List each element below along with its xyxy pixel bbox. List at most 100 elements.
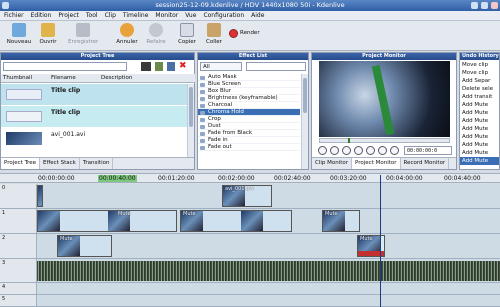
menu-vue[interactable]: Vue bbox=[185, 11, 196, 20]
list-item[interactable]: Brightness (keyframable) bbox=[198, 95, 300, 102]
folder-icon bbox=[41, 23, 55, 37]
skip-forward-icon[interactable] bbox=[378, 146, 387, 155]
tab-transition[interactable]: Transition bbox=[80, 158, 114, 169]
tab-record-monitor[interactable]: Record Monitor bbox=[401, 158, 450, 169]
frame-back-icon[interactable] bbox=[342, 146, 351, 155]
play-icon[interactable] bbox=[354, 146, 363, 155]
tab-effect-stack[interactable]: Effect Stack bbox=[40, 158, 80, 169]
list-item[interactable]: Title clip bbox=[1, 84, 187, 105]
copy-button[interactable]: Copier bbox=[172, 23, 202, 45]
fast-forward-icon[interactable] bbox=[390, 146, 399, 155]
tab-clip-monitor[interactable]: Clip Monitor bbox=[312, 158, 353, 169]
project-tree-scrollbar[interactable] bbox=[187, 84, 194, 159]
left-tab-bar: Project Tree Effect Stack Transition bbox=[1, 157, 194, 169]
timeline-clip[interactable]: Mute bbox=[57, 235, 112, 257]
delete-icon[interactable]: ✖ bbox=[179, 61, 187, 71]
menu-tool[interactable]: Tool bbox=[86, 11, 98, 20]
rewind-icon[interactable] bbox=[318, 146, 327, 155]
monitor-playhead[interactable] bbox=[348, 138, 350, 143]
track-4[interactable]: 4 bbox=[0, 283, 500, 295]
list-item[interactable]: Add transit bbox=[460, 93, 499, 101]
timeline-clip[interactable]: Mute bbox=[37, 210, 177, 232]
video-preview[interactable] bbox=[319, 61, 450, 137]
menu-monitor[interactable]: Monitor bbox=[155, 11, 178, 20]
effect-search-input[interactable] bbox=[246, 62, 306, 71]
project-search-input[interactable] bbox=[3, 62, 127, 71]
save-button[interactable]: Enregistrer bbox=[68, 23, 98, 45]
list-item-selected[interactable]: Chroma Hold bbox=[198, 109, 300, 116]
list-item[interactable]: Fade out bbox=[198, 144, 300, 151]
col-description[interactable]: Description bbox=[101, 74, 132, 83]
frame-forward-icon[interactable] bbox=[366, 146, 375, 155]
list-item[interactable]: Dust bbox=[198, 123, 300, 130]
list-item[interactable]: Add Mute bbox=[460, 149, 499, 157]
menu-timeline[interactable]: Timeline bbox=[123, 11, 149, 20]
list-item[interactable]: Box Blur bbox=[198, 88, 300, 95]
monitor-ruler[interactable] bbox=[319, 138, 450, 143]
col-filename[interactable]: Filename bbox=[51, 74, 76, 83]
list-item[interactable]: Add Mute bbox=[460, 141, 499, 149]
paste-button[interactable]: Coller bbox=[199, 23, 229, 45]
col-thumbnail[interactable]: Thumbnail bbox=[3, 74, 32, 83]
track-2[interactable]: 2 Mute Mute bbox=[0, 234, 500, 259]
list-item[interactable]: Add Mute bbox=[460, 117, 499, 125]
list-item[interactable]: Title clip bbox=[1, 106, 187, 127]
project-tree-panel: Project Tree ✖ Thumbnail Filename Descri… bbox=[0, 52, 195, 170]
timeline-clip[interactable]: Mute bbox=[180, 210, 292, 232]
timeline-clip[interactable] bbox=[37, 185, 43, 207]
list-item[interactable]: Add Mute bbox=[460, 101, 499, 109]
menu-configuration[interactable]: Configuration bbox=[203, 11, 244, 20]
track-header: 5 bbox=[0, 295, 37, 306]
skip-back-icon[interactable] bbox=[330, 146, 339, 155]
menu-edition[interactable]: Edition bbox=[31, 11, 52, 20]
list-item[interactable]: Blue Screen bbox=[198, 81, 300, 88]
list-item[interactable]: Move clip bbox=[460, 61, 499, 69]
tab-project-monitor[interactable]: Project Monitor bbox=[352, 158, 401, 169]
timeline-ruler[interactable]: 00:00:00:00 00:00:40:00 00:01:20:00 00:0… bbox=[0, 173, 500, 183]
add-clip-icon[interactable] bbox=[141, 62, 151, 71]
list-item[interactable]: Add Mute bbox=[460, 125, 499, 133]
list-item[interactable]: Fade in bbox=[198, 137, 300, 144]
redo-button[interactable]: Refaire bbox=[141, 23, 171, 45]
list-item[interactable]: Add Mute bbox=[460, 109, 499, 117]
list-item[interactable]: avi_001.avi bbox=[1, 128, 187, 149]
effect-list-scrollbar[interactable] bbox=[301, 74, 308, 169]
menu-fichier[interactable]: Fichier bbox=[4, 11, 24, 20]
effect-filter-select[interactable]: All bbox=[200, 62, 242, 71]
undo-button[interactable]: Annuler bbox=[112, 23, 142, 45]
tab-project-tree[interactable]: Project Tree bbox=[1, 158, 41, 169]
menu-clip[interactable]: Clip bbox=[105, 11, 116, 20]
list-item[interactable]: Add Mute bbox=[460, 133, 499, 141]
close-icon[interactable] bbox=[491, 2, 498, 9]
list-item[interactable]: Add Separ bbox=[460, 77, 499, 85]
clip-properties-icon[interactable] bbox=[155, 62, 163, 71]
track-3[interactable]: 3 bbox=[0, 259, 500, 283]
app-menu-icon[interactable] bbox=[2, 2, 9, 9]
list-item[interactable]: Crop bbox=[198, 116, 300, 123]
list-item[interactable]: Delete sele bbox=[460, 85, 499, 93]
list-item[interactable]: Auto Mask bbox=[198, 74, 300, 81]
timecode-field[interactable]: 00:00:00:0 bbox=[404, 146, 452, 155]
timeline-playhead[interactable] bbox=[380, 175, 381, 307]
menu-project[interactable]: Project bbox=[58, 11, 79, 20]
track-5[interactable]: 5 bbox=[0, 295, 500, 307]
list-item[interactable]: Move clip bbox=[460, 69, 499, 77]
edit-icon[interactable] bbox=[167, 62, 175, 71]
track-0[interactable]: 0 avi_001.avi bbox=[0, 184, 500, 209]
list-item[interactable]: Charcoal bbox=[198, 102, 300, 109]
timeline-clip[interactable]: avi_001.avi bbox=[222, 185, 272, 207]
ruler-label: 00:04:00:00 bbox=[386, 175, 423, 182]
minimize-icon[interactable] bbox=[471, 2, 478, 9]
render-button[interactable]: Render bbox=[228, 29, 276, 38]
video-thumbnail bbox=[6, 132, 42, 145]
paste-icon bbox=[207, 23, 221, 37]
open-button[interactable]: Ouvrir bbox=[33, 23, 63, 45]
menu-aide[interactable]: Aide bbox=[251, 11, 264, 20]
list-item-selected[interactable]: Add Mute bbox=[460, 157, 499, 165]
audio-waveform[interactable] bbox=[37, 261, 500, 281]
maximize-icon[interactable] bbox=[481, 2, 488, 9]
timeline-clip[interactable]: Mute bbox=[322, 210, 360, 232]
new-button[interactable]: Nouveau bbox=[4, 23, 34, 45]
list-item[interactable]: Fade from Black bbox=[198, 130, 300, 137]
track-1[interactable]: 1 Mute Mute Mute bbox=[0, 209, 500, 234]
